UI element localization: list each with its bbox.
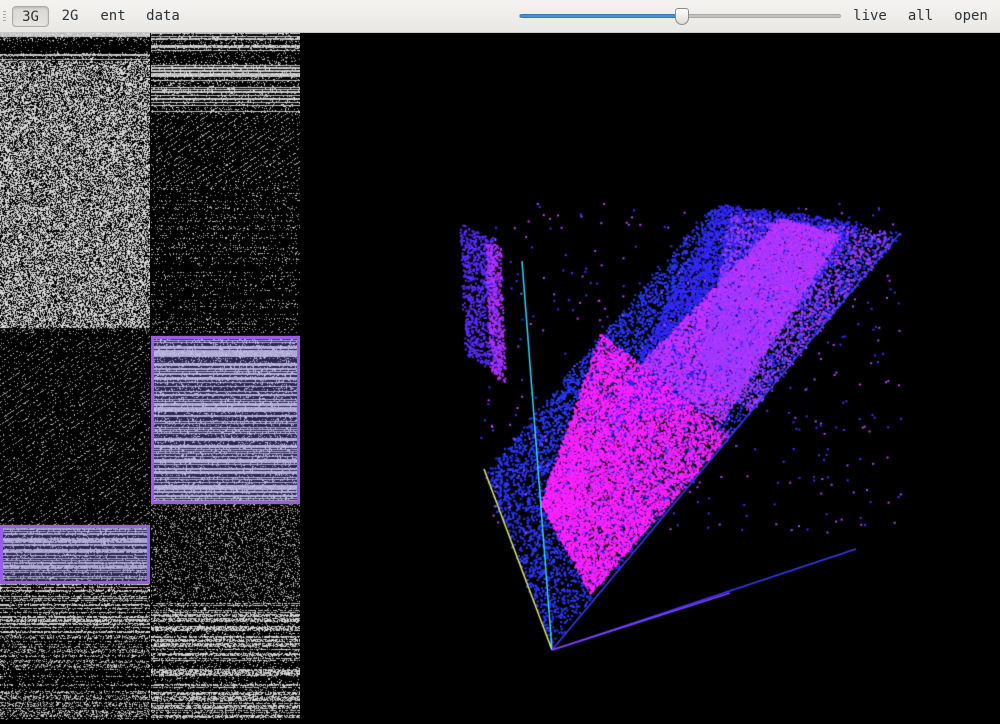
zoom-selection-box[interactable] bbox=[151, 336, 300, 504]
zoom-selection-tint bbox=[154, 339, 297, 501]
file-overview-canvas[interactable] bbox=[0, 33, 150, 720]
all-button[interactable]: all bbox=[903, 6, 938, 27]
live-button[interactable]: live bbox=[849, 6, 891, 27]
overview-selection-box[interactable] bbox=[0, 525, 150, 584]
tab-3g[interactable]: 3G bbox=[12, 6, 49, 27]
position-slider[interactable] bbox=[519, 8, 841, 25]
slider-fill bbox=[520, 14, 682, 18]
tab-ent[interactable]: ent bbox=[93, 6, 133, 27]
slider-thumb[interactable] bbox=[674, 8, 689, 25]
3d-scatter-canvas[interactable] bbox=[300, 33, 1000, 720]
overview-selection-tint bbox=[3, 528, 147, 581]
toolbar: 3G 2G ent data live all open bbox=[0, 0, 1000, 33]
tab-2g[interactable]: 2G bbox=[55, 6, 85, 27]
3d-scatter-view[interactable] bbox=[300, 33, 1000, 720]
open-button[interactable]: open bbox=[950, 6, 992, 27]
zoomed-overview-pane[interactable] bbox=[151, 33, 300, 720]
tab-data[interactable]: data bbox=[141, 6, 185, 27]
toolbar-grip-handle[interactable] bbox=[3, 11, 6, 22]
file-overview-pane[interactable] bbox=[0, 33, 150, 720]
